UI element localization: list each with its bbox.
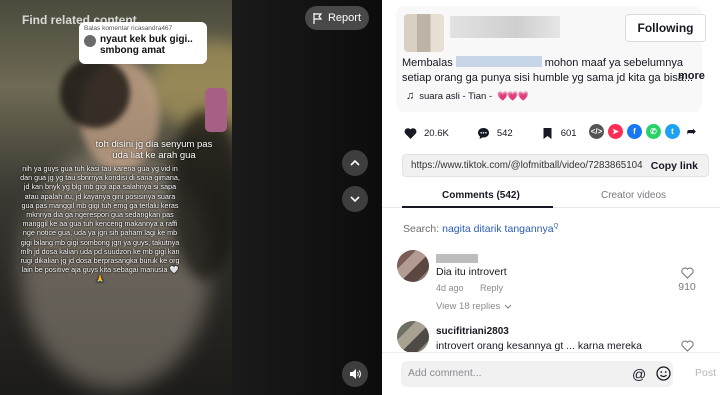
like-action[interactable]: 20.6K [404, 127, 449, 140]
comment-text: Dia itu introvert [436, 266, 507, 278]
video-player[interactable]: Find related content Report Balas koment… [0, 0, 382, 395]
comment-like-button[interactable]: 910 [673, 267, 701, 293]
comment-time: 4d ago [436, 283, 464, 293]
flag-icon [313, 12, 323, 24]
comment-meta: 4d ago Reply [436, 283, 517, 293]
view-replies-button[interactable]: View 18 replies [436, 301, 512, 312]
desc-prefix: Membalas [402, 57, 453, 69]
volume-button[interactable] [342, 361, 368, 387]
following-button[interactable]: Following [625, 14, 706, 42]
author-avatar[interactable] [404, 14, 444, 52]
whatsapp-icon[interactable]: ✆ [646, 124, 661, 139]
save-count: 601 [560, 127, 577, 139]
chevron-down-icon [350, 196, 360, 203]
save-action[interactable]: 601 [541, 127, 577, 140]
search-small-icon: Q [553, 223, 559, 230]
active-tab-indicator [402, 206, 553, 208]
reply-button[interactable]: Reply [480, 283, 503, 293]
chevron-up-icon [350, 159, 360, 166]
comment-like-count: 910 [678, 281, 696, 293]
mention-icon[interactable]: @ [632, 366, 646, 382]
bookmark-icon [543, 127, 552, 139]
search-term[interactable]: nagita ditarik tangannya [442, 223, 554, 235]
tab-comments[interactable]: Comments (542) [442, 190, 520, 201]
report-button[interactable]: Report [305, 6, 369, 30]
comment-bubble-icon [477, 127, 489, 139]
comment-text: introvert orang kesannya gt ... karna me… [436, 340, 643, 352]
heart-outline-icon [680, 340, 694, 352]
reply-comment-sticker: Balas komentar ricasandra467 nyaut kek b… [79, 22, 207, 64]
chevron-down-icon [504, 304, 512, 309]
share-url-field[interactable]: https://www.tiktok.com/@lofmitball/video… [402, 154, 709, 177]
reply-sticker-header: Balas komentar ricasandra467 [84, 25, 173, 32]
next-video-button[interactable] [342, 186, 368, 212]
report-label: Report [327, 12, 362, 24]
comment-tabs: Comments (542) Creator videos [382, 185, 720, 208]
share-buttons: </> ➤ f ✆ t ➦ [589, 124, 699, 139]
comment-placeholder: Add comment... [408, 367, 482, 379]
video-description: Membalas mohon maaf ya sebelumnya setiap … [402, 56, 702, 86]
heart-outline-icon [680, 267, 694, 279]
send-icon[interactable]: ➤ [608, 124, 623, 139]
embed-icon[interactable]: </> [589, 124, 604, 139]
engagement-bar: 20.6K 542 601 [404, 124, 605, 142]
more-link[interactable]: more [678, 70, 705, 82]
search-prefix: Search: [403, 223, 440, 235]
speaker-icon [350, 369, 361, 379]
twitter-icon[interactable]: t [665, 124, 680, 139]
share-arrow-icon[interactable]: ➦ [684, 124, 699, 139]
previous-video-button[interactable] [342, 150, 368, 176]
music-link[interactable]: ♫ suara asli - Tian - 💗💗💗 [406, 90, 529, 102]
comment-composer: Add comment... @ Post [382, 352, 720, 395]
phone-in-hand [205, 88, 227, 132]
emoji-icon[interactable] [656, 366, 671, 381]
person-hair [60, 58, 130, 128]
music-emoji: 💗💗💗 [497, 90, 529, 101]
facebook-icon[interactable]: f [627, 124, 642, 139]
reply-sticker-avatar [84, 35, 96, 47]
share-url-text[interactable]: https://www.tiktok.com/@lofmitball/video… [411, 160, 643, 171]
post-button[interactable]: Post [695, 367, 716, 379]
reply-sticker-text: nyaut kek buk gigi.. smbong amat [100, 34, 193, 56]
view-replies-label: View 18 replies [436, 301, 501, 312]
like-count: 20.6K [424, 127, 449, 139]
tab-creator-videos[interactable]: Creator videos [601, 190, 666, 201]
commenter-avatar[interactable] [397, 321, 429, 353]
comment-count: 542 [496, 127, 513, 139]
comment-action[interactable]: 542 [477, 127, 513, 140]
comment-item: Dia itu introvert 4d ago Reply View 18 r… [397, 250, 715, 316]
music-title: suara asli - Tian - [419, 90, 493, 102]
mention-redacted[interactable] [455, 56, 542, 67]
heart-icon [404, 127, 417, 139]
add-comment-input[interactable]: Add comment... @ [401, 361, 673, 387]
search-suggestion[interactable]: Search: nagita ditarik tangannyaQ [403, 223, 558, 235]
copy-link-button[interactable]: Copy link [651, 160, 698, 172]
video-caption-top: toh disini jg dia senyum pas uda liat ke… [95, 139, 213, 161]
author-name-redacted[interactable] [450, 16, 560, 38]
commenter-avatar[interactable] [397, 250, 429, 282]
commenter-name-redacted[interactable] [436, 254, 478, 263]
commenter-name[interactable]: sucifitriani2803 [436, 326, 509, 337]
music-note-icon: ♫ [406, 90, 415, 102]
video-caption-body: nih ya guys gua tuh kasi tau karena gua … [20, 164, 180, 284]
details-panel: Following Membalas mohon maaf ya sebelumn… [382, 0, 720, 395]
